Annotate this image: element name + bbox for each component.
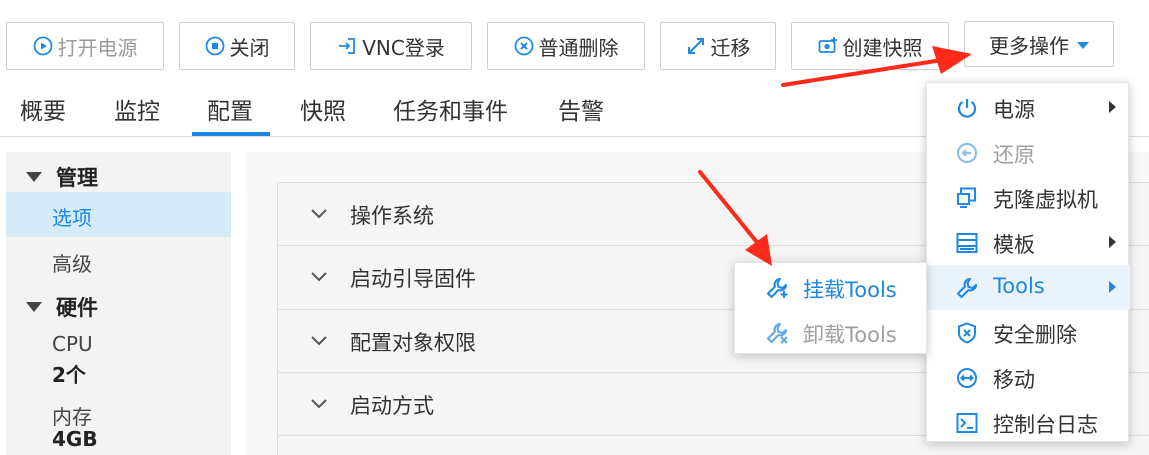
shutdown-button[interactable]: 关闭 [179, 22, 295, 70]
caret-down-icon [1077, 42, 1089, 49]
menu-item-label: 移动 [993, 368, 1035, 392]
menu-item-label: 克隆虚拟机 [993, 188, 1098, 212]
config-sidebar: 管理 选项 高级 硬件 CPU 2个 内存 4GB [6, 152, 231, 455]
tab-monitor[interactable]: 监控 [114, 92, 160, 126]
console-log-icon [955, 411, 979, 435]
unmount-tools-icon [765, 321, 789, 345]
tab-alarms[interactable]: 告警 [558, 92, 604, 126]
create-snapshot-label: 创建快照 [842, 35, 923, 60]
shutdown-label: 关闭 [229, 35, 270, 60]
migrate-label: 迁移 [710, 35, 751, 60]
chevron-down-icon [311, 209, 327, 219]
collapse-triangle-icon [26, 172, 42, 182]
sidebar-item-options-label: 选项 [52, 206, 92, 230]
chevron-down-icon [311, 399, 327, 409]
more-actions-menu: 电源 还原 克隆虚拟机 模板 Tools 安全删除 移动 控制台日志 [926, 82, 1130, 445]
submenu-item-unmount-tools[interactable]: 卸载Tools [735, 309, 928, 354]
menu-item-secure-delete[interactable]: 安全删除 [927, 310, 1130, 355]
menu-item-label: Tools [993, 274, 1045, 298]
login-icon [337, 36, 357, 56]
accordion-label: 启动方式 [350, 394, 434, 418]
menu-item-label: 还原 [993, 143, 1035, 167]
tab-tasks-events[interactable]: 任务和事件 [393, 92, 508, 126]
normal-delete-button[interactable]: 普通删除 [487, 22, 645, 70]
sidebar-item-advanced[interactable]: 高级 [52, 248, 92, 277]
menu-item-console-log[interactable]: 控制台日志 [927, 400, 1130, 445]
move-icon [955, 366, 979, 390]
cpu-value: 2个 [52, 363, 86, 387]
menu-item-move[interactable]: 移动 [927, 355, 1130, 400]
sidebar-item-cpu[interactable]: CPU [52, 332, 93, 356]
group-manage[interactable]: 管理 [26, 162, 98, 192]
menu-item-power[interactable]: 电源 [927, 85, 1130, 130]
clone-vm-icon [955, 186, 979, 210]
accordion-label: 启动引导固件 [350, 267, 476, 291]
group-hardware-label: 硬件 [56, 296, 98, 320]
power-on-label: 打开电源 [57, 35, 138, 60]
submenu-arrow-icon [1109, 236, 1116, 248]
wrench-icon [955, 276, 979, 300]
create-snapshot-button[interactable]: 创建快照 [791, 22, 949, 70]
stop-circle-icon [205, 36, 225, 56]
power-icon [955, 96, 979, 120]
chevron-down-icon [311, 272, 327, 282]
more-actions-label: 更多操作 [989, 33, 1069, 58]
power-on-button[interactable]: 打开电源 [6, 22, 164, 70]
menu-item-label: 控制台日志 [993, 413, 1098, 437]
submenu-arrow-icon [1109, 101, 1116, 113]
play-circle-icon [33, 36, 53, 56]
group-manage-label: 管理 [56, 166, 98, 190]
submenu-item-mount-tools[interactable]: 挂载Tools [735, 264, 928, 309]
active-tab-indicator [192, 132, 270, 136]
sidebar-item-options[interactable]: 选项 [6, 192, 231, 237]
tab-summary[interactable]: 概要 [20, 92, 66, 126]
submenu-item-label: 挂载Tools [803, 278, 897, 302]
template-icon [955, 231, 979, 255]
vnc-login-label: VNC登录 [362, 35, 445, 60]
accordion-label: 操作系统 [350, 204, 434, 228]
restore-icon [955, 141, 979, 165]
tab-snapshots[interactable]: 快照 [300, 92, 346, 126]
tools-submenu: 挂载Tools 卸载Tools [734, 262, 927, 354]
vnc-login-button[interactable]: VNC登录 [310, 22, 472, 70]
menu-item-label: 安全删除 [993, 323, 1077, 347]
collapse-triangle-icon [26, 302, 42, 312]
mount-tools-icon [765, 276, 789, 300]
menu-item-tools[interactable]: Tools [927, 265, 1130, 310]
submenu-arrow-icon [1109, 281, 1116, 293]
expand-arrows-icon [686, 36, 706, 56]
sidebar-item-memory[interactable]: 内存 [52, 401, 92, 430]
menu-item-label: 模板 [993, 233, 1035, 257]
delete-circle-icon [514, 36, 534, 56]
accordion-label: 配置对象权限 [350, 331, 476, 355]
camera-icon [818, 36, 838, 56]
chevron-down-icon [311, 336, 327, 346]
menu-item-template[interactable]: 模板 [927, 220, 1130, 265]
migrate-button[interactable]: 迁移 [660, 22, 776, 70]
group-hardware[interactable]: 硬件 [26, 292, 98, 322]
more-actions-button[interactable]: 更多操作 [964, 21, 1114, 67]
menu-item-restore[interactable]: 还原 [927, 130, 1130, 175]
menu-item-clone-vm[interactable]: 克隆虚拟机 [927, 175, 1130, 220]
menu-item-label: 电源 [993, 98, 1035, 122]
submenu-item-label: 卸载Tools [803, 323, 897, 347]
memory-value: 4GB [52, 427, 98, 451]
tab-configure[interactable]: 配置 [207, 92, 253, 126]
secure-delete-icon [955, 321, 979, 345]
normal-delete-label: 普通删除 [538, 35, 619, 60]
